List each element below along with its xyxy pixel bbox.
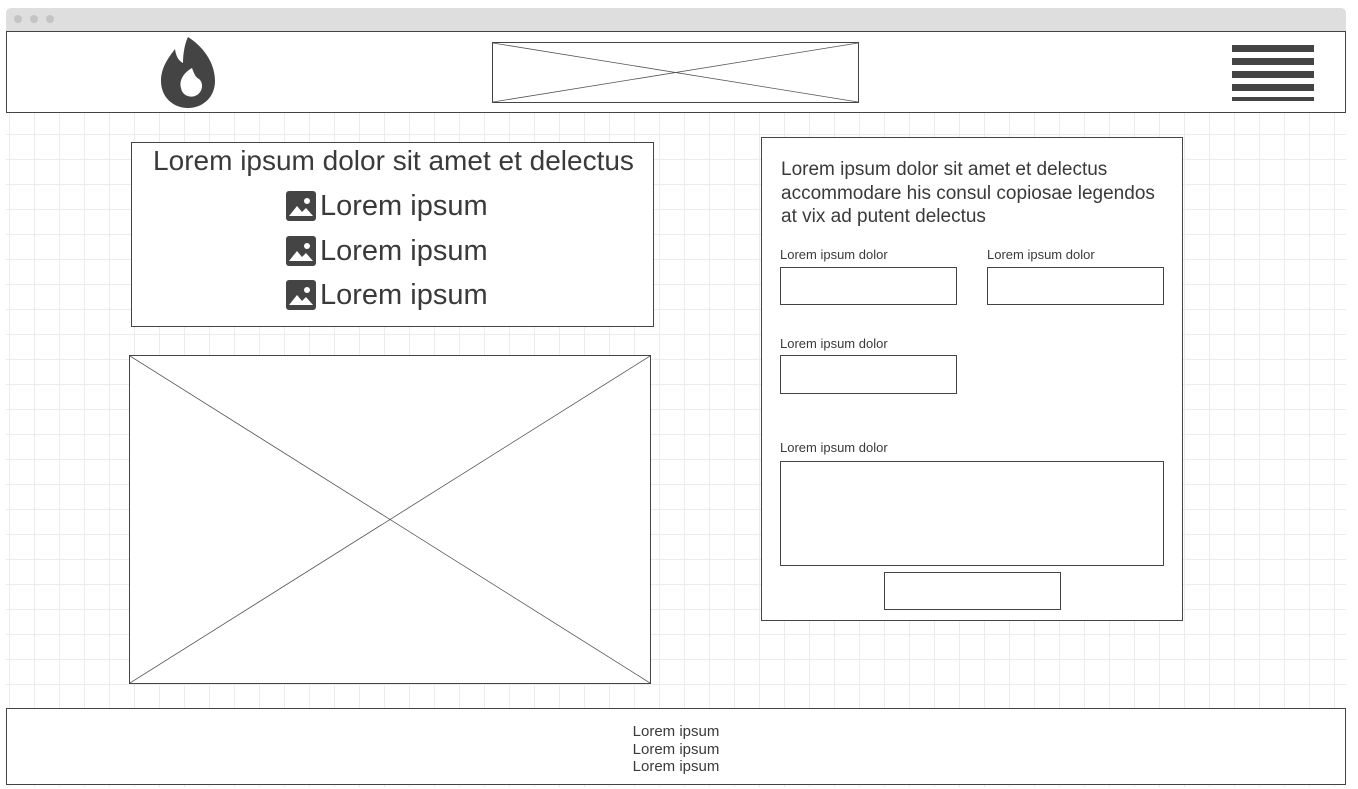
- window-dot-icon: [14, 15, 22, 23]
- site-header: [6, 31, 1346, 113]
- image-icon: [286, 280, 316, 310]
- image-icon: [286, 236, 316, 266]
- feature-list-title: Lorem ipsum dolor sit amet et delectus: [153, 145, 634, 176]
- message-textarea[interactable]: [780, 461, 1164, 566]
- list-item: Lorem ipsum: [286, 279, 488, 311]
- submit-button[interactable]: [884, 572, 1061, 610]
- field-label: Lorem ipsum dolor: [780, 440, 888, 455]
- text-input-field-2[interactable]: [987, 267, 1164, 305]
- site-footer: Lorem ipsum Lorem ipsum Lorem ipsum: [6, 708, 1346, 785]
- contact-form-panel: Lorem ipsum dolor sit amet et delectus a…: [761, 137, 1183, 621]
- flame-logo-icon[interactable]: [159, 35, 217, 109]
- list-item-label: Lorem ipsum: [320, 278, 488, 311]
- banner-image-placeholder: [492, 42, 859, 103]
- form-heading: Lorem ipsum dolor sit amet et delectus a…: [781, 159, 1155, 227]
- list-item: Lorem ipsum: [286, 190, 488, 222]
- list-item-label: Lorem ipsum: [320, 189, 488, 222]
- field-label: Lorem ipsum dolor: [987, 247, 1095, 262]
- window-dot-icon: [30, 15, 38, 23]
- list-item: Lorem ipsum: [286, 235, 488, 267]
- footer-text: Lorem ipsum: [632, 740, 720, 758]
- feature-list-panel: Lorem ipsum dolor sit amet et delectus L…: [131, 142, 654, 327]
- text-input-field-1[interactable]: [780, 267, 957, 305]
- field-label: Lorem ipsum dolor: [780, 247, 888, 262]
- main-image-placeholder: [129, 355, 651, 684]
- footer-text: Lorem ipsum: [632, 723, 720, 740]
- footer-text: Lorem ipsum: [632, 758, 720, 775]
- window-dot-icon: [46, 15, 54, 23]
- image-icon: [286, 191, 316, 221]
- text-input-field-3[interactable]: [780, 355, 957, 394]
- window-title-bar: [6, 8, 1346, 31]
- hamburger-menu-icon[interactable]: [1232, 45, 1314, 103]
- list-item-label: Lorem ipsum: [320, 234, 488, 267]
- field-label: Lorem ipsum dolor: [780, 336, 888, 351]
